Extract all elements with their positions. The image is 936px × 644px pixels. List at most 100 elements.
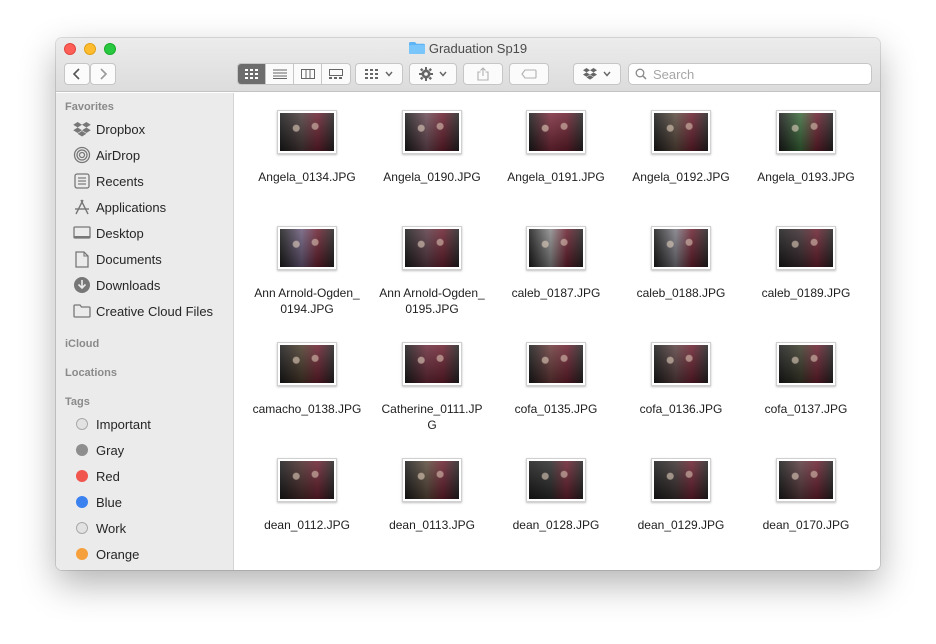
file-item[interactable]: Angela_0192.JPG	[619, 110, 743, 185]
gallery-icon	[329, 69, 343, 79]
sidebar-item-airdrop[interactable]: AirDrop	[72, 144, 230, 166]
locations-header[interactable]: Locations	[65, 367, 117, 379]
sidebar-tag-important[interactable]: Important	[72, 413, 230, 435]
file-item[interactable]: dean_0112.JPG	[245, 458, 369, 533]
file-name: dean_0170.JPG	[762, 518, 850, 532]
file-thumbnail[interactable]	[651, 342, 711, 386]
dropbox-icon	[583, 68, 597, 80]
gallery-view-button[interactable]	[322, 64, 350, 84]
sidebar-item-label: AirDrop	[96, 147, 141, 163]
file-thumbnail[interactable]	[402, 458, 462, 502]
group-by-button[interactable]	[355, 63, 403, 85]
file-item[interactable]: Angela_0190.JPG	[370, 110, 494, 185]
icloud-header[interactable]: iCloud	[65, 338, 99, 350]
sidebar-item-downloads[interactable]: Downloads	[72, 274, 230, 296]
sidebar-item-applications[interactable]: Applications	[72, 196, 230, 218]
list-view-button[interactable]	[266, 64, 294, 84]
sidebar-tag-blue[interactable]: Blue	[72, 491, 230, 513]
file-item[interactable]: dean_0129.JPG	[619, 458, 743, 533]
file-item[interactable]: cofa_0136.JPG	[619, 342, 743, 417]
search-field[interactable]	[628, 63, 872, 85]
file-item[interactable]: Ann Arnold-Ogden_0194.JPG	[245, 226, 369, 317]
file-thumbnail[interactable]	[776, 226, 836, 270]
file-item[interactable]: Catherine_0111.JPG	[370, 342, 494, 433]
file-item[interactable]: caleb_0189.JPG	[744, 226, 868, 301]
file-name: camacho_0138.JPG	[252, 402, 362, 416]
file-name: caleb_0189.JPG	[761, 286, 851, 300]
sidebar-tag-gray[interactable]: Gray	[72, 439, 230, 461]
file-thumbnail[interactable]	[651, 226, 711, 270]
file-name: Angela_0191.JPG	[507, 170, 605, 184]
sidebar-item-label: Red	[96, 468, 120, 484]
sidebar-item-creative-cloud[interactable]: Creative Cloud Files	[72, 300, 230, 322]
file-name: Angela_0134.JPG	[258, 170, 356, 184]
icon-view-button[interactable]	[238, 64, 266, 84]
photo-preview	[654, 229, 708, 267]
file-thumbnail[interactable]	[651, 110, 711, 154]
share-button[interactable]	[463, 63, 503, 85]
chevron-down-icon	[439, 71, 447, 77]
file-item[interactable]: dean_0128.JPG	[494, 458, 618, 533]
sidebar-item-label: Desktop	[96, 225, 144, 241]
photo-preview	[405, 113, 459, 151]
file-thumbnail[interactable]	[526, 342, 586, 386]
file-item[interactable]: cofa_0137.JPG	[744, 342, 868, 417]
file-item[interactable]: dean_0170.JPG	[744, 458, 868, 533]
dropbox-toolbar-button[interactable]	[573, 63, 621, 85]
file-thumbnail[interactable]	[277, 110, 337, 154]
back-button[interactable]	[64, 63, 90, 85]
file-thumbnail[interactable]	[776, 110, 836, 154]
file-thumbnail[interactable]	[651, 458, 711, 502]
photo-preview	[405, 229, 459, 267]
file-thumbnail[interactable]	[277, 342, 337, 386]
gear-icon	[419, 67, 433, 81]
action-button[interactable]	[409, 63, 457, 85]
tag-color-dot	[76, 444, 88, 456]
sidebar-tag-work[interactable]: Work	[72, 517, 230, 539]
favorites-header: Favorites	[65, 101, 114, 113]
sidebar-item-documents[interactable]: Documents	[72, 248, 230, 270]
columns-icon	[300, 69, 315, 79]
file-name: dean_0112.JPG	[264, 518, 350, 532]
file-item[interactable]: cofa_0135.JPG	[494, 342, 618, 417]
file-thumbnail[interactable]	[526, 110, 586, 154]
file-item[interactable]: caleb_0188.JPG	[619, 226, 743, 301]
sidebar-tag-orange[interactable]: Orange	[72, 543, 230, 565]
sidebar-item-recents[interactable]: Recents	[72, 170, 230, 192]
file-item[interactable]: Angela_0134.JPG	[245, 110, 369, 185]
finder-window: Graduation Sp19 Search Favorites Dropbox…	[56, 38, 880, 570]
photo-preview	[280, 113, 334, 151]
file-item[interactable]: dean_0113.JPG	[370, 458, 494, 533]
sidebar-item-dropbox[interactable]: Dropbox	[72, 118, 230, 140]
tags-header[interactable]: Tags	[65, 396, 90, 408]
airdrop-icon	[72, 146, 92, 164]
search-input[interactable]	[653, 66, 853, 82]
file-item[interactable]: Angela_0193.JPG	[744, 110, 868, 185]
file-name: dean_0113.JPG	[389, 518, 475, 532]
file-thumbnail[interactable]	[526, 226, 586, 270]
photo-preview	[405, 345, 459, 383]
sidebar-tag-red[interactable]: Red	[72, 465, 230, 487]
sidebar-item-desktop[interactable]: Desktop	[72, 222, 230, 244]
file-thumbnail[interactable]	[402, 110, 462, 154]
chevron-down-icon	[603, 71, 611, 77]
documents-icon	[72, 250, 92, 268]
file-item[interactable]: camacho_0138.JPG	[245, 342, 369, 417]
file-item[interactable]: Angela_0191.JPG	[494, 110, 618, 185]
chevron-down-icon	[385, 71, 393, 77]
file-thumbnail[interactable]	[776, 342, 836, 386]
forward-button[interactable]	[90, 63, 116, 85]
file-thumbnail[interactable]	[277, 226, 337, 270]
photo-preview	[779, 345, 833, 383]
file-thumbnail[interactable]	[402, 226, 462, 270]
file-thumbnail[interactable]	[526, 458, 586, 502]
column-view-button[interactable]	[294, 64, 322, 84]
file-thumbnail[interactable]	[776, 458, 836, 502]
file-thumbnail[interactable]	[277, 458, 337, 502]
edit-tags-button[interactable]	[509, 63, 549, 85]
recents-icon	[72, 172, 92, 190]
file-item[interactable]: Ann Arnold-Ogden_0195.JPG	[370, 226, 494, 317]
file-item[interactable]: caleb_0187.JPG	[494, 226, 618, 301]
file-thumbnail[interactable]	[402, 342, 462, 386]
tag-color-dot	[76, 548, 88, 560]
